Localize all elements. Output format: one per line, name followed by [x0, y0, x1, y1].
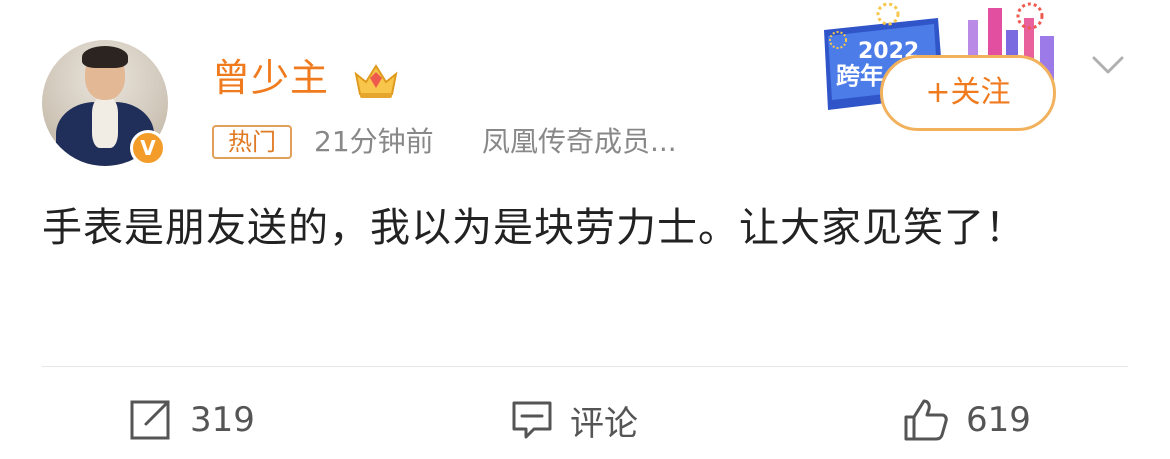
post-time: 21分钟前: [314, 125, 434, 158]
chevron-down-icon[interactable]: [1090, 50, 1126, 80]
follow-button[interactable]: +关注: [880, 55, 1056, 131]
crown-icon: [354, 64, 398, 98]
comment-label: 评论: [570, 403, 638, 444]
comment-icon: [512, 401, 552, 439]
verified-badge-icon: V: [130, 130, 166, 166]
author-name[interactable]: 曾少主: [212, 52, 329, 104]
thumbs-up-icon: [904, 399, 948, 441]
hot-tag: 热门: [212, 125, 292, 159]
banner-text: 跨年: [836, 62, 884, 90]
divider: [42, 366, 1128, 367]
like-count: 619: [966, 400, 1031, 440]
avatar-hair: [82, 46, 128, 68]
post-text: 手表是朋友送的，我以为是块劳力士。让大家见笑了！: [42, 205, 1026, 251]
comment-button[interactable]: 评论: [510, 388, 638, 452]
avatar-scarf: [92, 98, 118, 148]
share-icon: [130, 400, 170, 440]
repost-count: 319: [190, 400, 255, 440]
post-source: 凤凰传奇成员...: [482, 125, 677, 158]
repost-button[interactable]: 319: [128, 388, 255, 452]
like-button[interactable]: 619: [902, 388, 1031, 452]
